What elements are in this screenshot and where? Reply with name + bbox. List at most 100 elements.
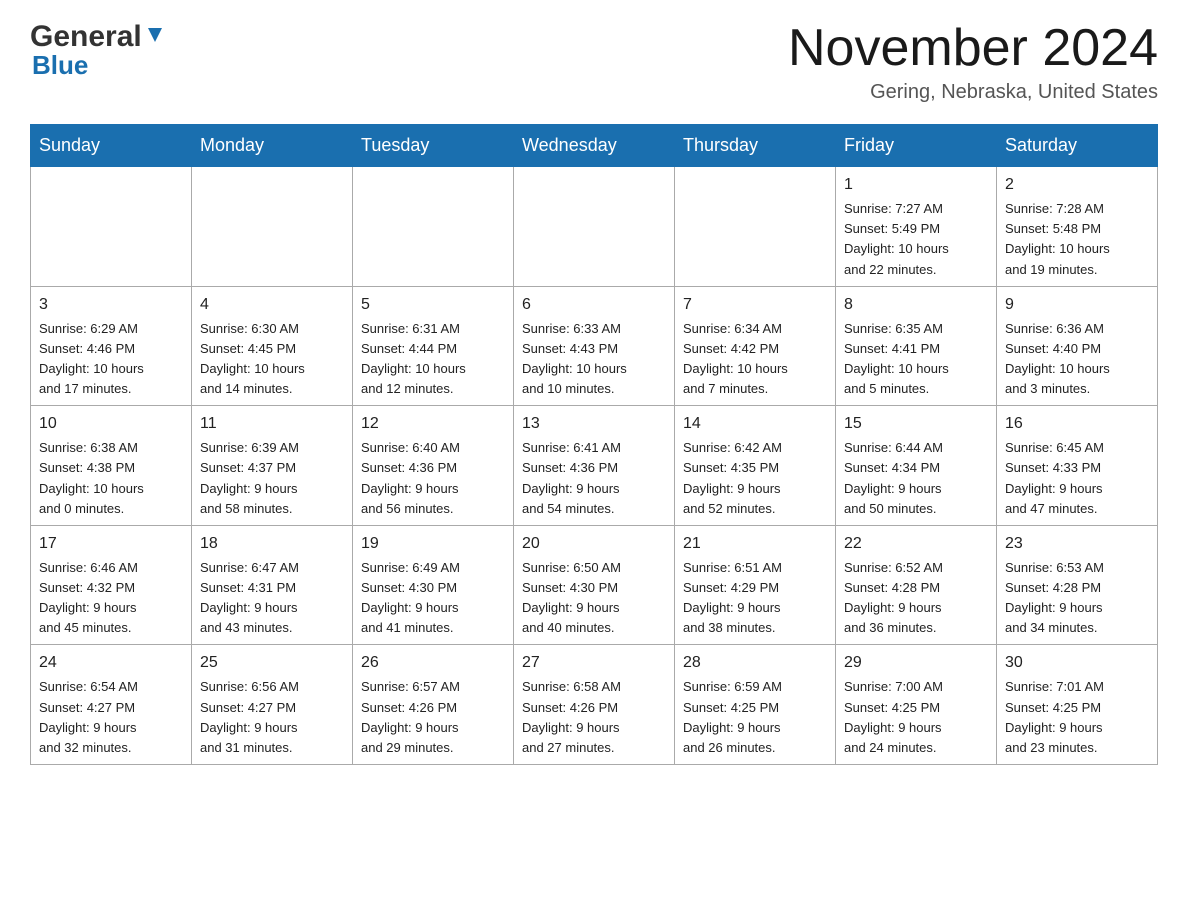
calendar-cell: 18 Sunrise: 6:47 AMSunset: 4:31 PMDayligh… [192,525,353,645]
day-info: Sunrise: 6:40 AMSunset: 4:36 PMDaylight:… [361,440,460,515]
day-info: Sunrise: 6:35 AMSunset: 4:41 PMDaylight:… [844,321,949,396]
day-info: Sunrise: 6:53 AMSunset: 4:28 PMDaylight:… [1005,560,1104,635]
day-info: Sunrise: 6:33 AMSunset: 4:43 PMDaylight:… [522,321,627,396]
calendar-cell: 29Sunrise: 7:00 AMSunset: 4:25 PMDayligh… [836,645,997,765]
day-number: 2 [1005,173,1149,197]
day-number: 17 [39,532,183,556]
day-info: Sunrise: 7:28 AMSunset: 5:48 PMDaylight:… [1005,201,1110,276]
month-title: November 2024 [788,20,1158,77]
day-info: Sunrise: 6:38 AMSunset: 4:38 PMDaylight:… [39,440,144,515]
day-number: 3 [39,293,183,317]
page-header: General Blue November 2024 Gering, Nebra… [30,20,1158,104]
day-number: 25 [200,651,344,675]
day-number: 27 [522,651,666,675]
logo-arrow-icon [144,24,166,46]
day-info: Sunrise: 7:27 AMSunset: 5:49 PMDaylight:… [844,201,949,276]
day-info: Sunrise: 6:58 AMSunset: 4:26 PMDaylight:… [522,679,621,754]
title-section: November 2024 Gering, Nebraska, United S… [788,20,1158,104]
calendar-cell: 3 Sunrise: 6:29 AMSunset: 4:46 PMDaylight… [31,286,192,406]
day-of-week-header: Saturday [997,125,1158,167]
logo: General Blue [30,20,166,81]
day-number: 24 [39,651,183,675]
day-info: Sunrise: 7:01 AMSunset: 4:25 PMDaylight:… [1005,679,1104,754]
calendar-cell [353,167,514,287]
day-number: 5 [361,293,505,317]
day-of-week-header: Monday [192,125,353,167]
day-number: 20 [522,532,666,556]
day-info: Sunrise: 6:57 AMSunset: 4:26 PMDaylight:… [361,679,460,754]
day-of-week-header: Thursday [675,125,836,167]
calendar-cell: 7 Sunrise: 6:34 AMSunset: 4:42 PMDaylight… [675,286,836,406]
day-of-week-header: Friday [836,125,997,167]
day-info: Sunrise: 6:44 AMSunset: 4:34 PMDaylight:… [844,440,943,515]
day-info: Sunrise: 6:49 AMSunset: 4:30 PMDaylight:… [361,560,460,635]
day-number: 26 [361,651,505,675]
day-number: 23 [1005,532,1149,556]
day-info: Sunrise: 6:59 AMSunset: 4:25 PMDaylight:… [683,679,782,754]
calendar-header-row: SundayMondayTuesdayWednesdayThursdayFrid… [31,125,1158,167]
calendar-cell: 11 Sunrise: 6:39 AMSunset: 4:37 PMDayligh… [192,406,353,526]
calendar-cell: 12 Sunrise: 6:40 AMSunset: 4:36 PMDayligh… [353,406,514,526]
day-info: Sunrise: 6:36 AMSunset: 4:40 PMDaylight:… [1005,321,1110,396]
logo-general-text: General [30,20,142,54]
day-number: 12 [361,412,505,436]
calendar-cell: 9 Sunrise: 6:36 AMSunset: 4:40 PMDaylight… [997,286,1158,406]
day-info: Sunrise: 6:41 AMSunset: 4:36 PMDaylight:… [522,440,621,515]
day-info: Sunrise: 6:47 AMSunset: 4:31 PMDaylight:… [200,560,299,635]
calendar-cell: 26 Sunrise: 6:57 AMSunset: 4:26 PMDayligh… [353,645,514,765]
calendar-cell: 28Sunrise: 6:59 AMSunset: 4:25 PMDayligh… [675,645,836,765]
day-number: 18 [200,532,344,556]
day-number: 10 [39,412,183,436]
day-info: Sunrise: 6:39 AMSunset: 4:37 PMDaylight:… [200,440,299,515]
calendar-cell: 13Sunrise: 6:41 AMSunset: 4:36 PMDayligh… [514,406,675,526]
day-info: Sunrise: 6:50 AMSunset: 4:30 PMDaylight:… [522,560,621,635]
calendar-table: SundayMondayTuesdayWednesdayThursdayFrid… [30,124,1158,765]
calendar-cell: 27 Sunrise: 6:58 AMSunset: 4:26 PMDayligh… [514,645,675,765]
calendar-cell: 20 Sunrise: 6:50 AMSunset: 4:30 PMDayligh… [514,525,675,645]
calendar-cell: 5 Sunrise: 6:31 AMSunset: 4:44 PMDaylight… [353,286,514,406]
calendar-cell [192,167,353,287]
day-number: 7 [683,293,827,317]
day-number: 15 [844,412,988,436]
calendar-cell: 21Sunrise: 6:51 AMSunset: 4:29 PMDayligh… [675,525,836,645]
location-text: Gering, Nebraska, United States [788,81,1158,104]
calendar-cell [31,167,192,287]
calendar-cell: 6 Sunrise: 6:33 AMSunset: 4:43 PMDaylight… [514,286,675,406]
day-number: 9 [1005,293,1149,317]
day-info: Sunrise: 7:00 AMSunset: 4:25 PMDaylight:… [844,679,943,754]
day-info: Sunrise: 6:31 AMSunset: 4:44 PMDaylight:… [361,321,466,396]
day-number: 6 [522,293,666,317]
day-info: Sunrise: 6:46 AMSunset: 4:32 PMDaylight:… [39,560,138,635]
day-info: Sunrise: 6:45 AMSunset: 4:33 PMDaylight:… [1005,440,1104,515]
day-info: Sunrise: 6:51 AMSunset: 4:29 PMDaylight:… [683,560,782,635]
day-info: Sunrise: 6:30 AMSunset: 4:45 PMDaylight:… [200,321,305,396]
day-number: 11 [200,412,344,436]
calendar-cell: 4Sunrise: 6:30 AMSunset: 4:45 PMDaylight… [192,286,353,406]
day-of-week-header: Sunday [31,125,192,167]
calendar-cell: 15 Sunrise: 6:44 AMSunset: 4:34 PMDayligh… [836,406,997,526]
calendar-cell: 30Sunrise: 7:01 AMSunset: 4:25 PMDayligh… [997,645,1158,765]
day-of-week-header: Tuesday [353,125,514,167]
day-number: 19 [361,532,505,556]
logo-blue-text: Blue [30,50,88,81]
calendar-cell: 25Sunrise: 6:56 AMSunset: 4:27 PMDayligh… [192,645,353,765]
day-info: Sunrise: 6:52 AMSunset: 4:28 PMDaylight:… [844,560,943,635]
calendar-cell: 2 Sunrise: 7:28 AMSunset: 5:48 PMDaylight… [997,167,1158,287]
calendar-week-row: 3 Sunrise: 6:29 AMSunset: 4:46 PMDaylight… [31,286,1158,406]
calendar-week-row: 1 Sunrise: 7:27 AMSunset: 5:49 PMDaylight… [31,167,1158,287]
calendar-cell [675,167,836,287]
day-number: 1 [844,173,988,197]
day-number: 8 [844,293,988,317]
day-info: Sunrise: 6:42 AMSunset: 4:35 PMDaylight:… [683,440,782,515]
day-info: Sunrise: 6:54 AMSunset: 4:27 PMDaylight:… [39,679,138,754]
calendar-cell: 10 Sunrise: 6:38 AMSunset: 4:38 PMDayligh… [31,406,192,526]
calendar-cell: 16 Sunrise: 6:45 AMSunset: 4:33 PMDayligh… [997,406,1158,526]
day-info: Sunrise: 6:29 AMSunset: 4:46 PMDaylight:… [39,321,144,396]
day-info: Sunrise: 6:34 AMSunset: 4:42 PMDaylight:… [683,321,788,396]
calendar-cell [514,167,675,287]
calendar-cell: 8 Sunrise: 6:35 AMSunset: 4:41 PMDaylight… [836,286,997,406]
day-number: 16 [1005,412,1149,436]
day-number: 22 [844,532,988,556]
day-number: 14 [683,412,827,436]
calendar-cell: 19 Sunrise: 6:49 AMSunset: 4:30 PMDayligh… [353,525,514,645]
